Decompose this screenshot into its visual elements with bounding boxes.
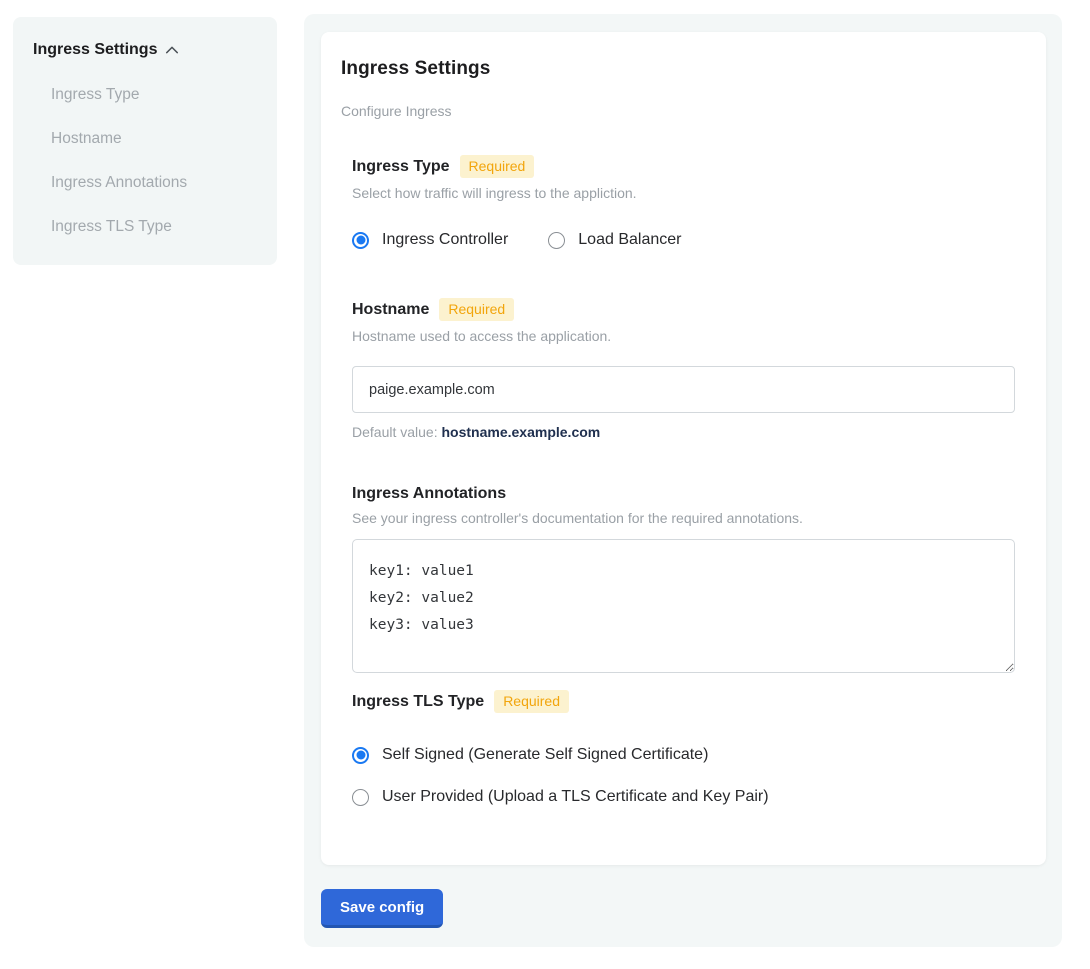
settings-sidebar: Ingress Settings Ingress Type Hostname I…	[13, 17, 277, 265]
radio-option-load-balancer[interactable]: Load Balancer	[548, 231, 681, 249]
sidebar-section-title: Ingress Settings	[33, 41, 157, 59]
hostname-default-line: Default value: hostname.example.com	[352, 424, 1015, 440]
ingress-annotations-textarea[interactable]: key1: value1 key2: value2 key3: value3	[352, 539, 1015, 673]
sidebar-item-list: Ingress Type Hostname Ingress Annotation…	[51, 73, 257, 249]
radio-label: Self Signed (Generate Self Signed Certif…	[382, 746, 708, 764]
chevron-up-icon	[165, 43, 179, 57]
sidebar-item-hostname[interactable]: Hostname	[51, 117, 257, 161]
default-value-text: hostname.example.com	[442, 424, 601, 440]
ingress-type-radio-group: Ingress Controller Load Balancer	[352, 231, 1015, 249]
hostname-input[interactable]	[352, 366, 1015, 413]
section-ingress-annotations: Ingress Annotations See your ingress con…	[352, 485, 1015, 678]
hostname-help-text: Hostname used to access the application.	[352, 328, 1015, 344]
radio-option-ingress-controller[interactable]: Ingress Controller	[352, 231, 508, 249]
required-badge: Required	[439, 298, 514, 321]
save-config-button[interactable]: Save config	[321, 889, 443, 928]
settings-main-panel: Ingress Settings Configure Ingress Ingre…	[304, 14, 1062, 947]
sidebar-section-toggle[interactable]: Ingress Settings	[33, 41, 257, 59]
default-value-prefix: Default value:	[352, 424, 442, 440]
required-badge: Required	[494, 690, 569, 713]
ingress-annotations-help-text: See your ingress controller's documentat…	[352, 510, 1015, 526]
page-subtitle: Configure Ingress	[341, 103, 1015, 119]
sidebar-item-ingress-tls-type[interactable]: Ingress TLS Type	[51, 205, 257, 249]
required-badge: Required	[460, 155, 535, 178]
radio-label: Ingress Controller	[382, 231, 508, 249]
ingress-settings-card: Ingress Settings Configure Ingress Ingre…	[321, 32, 1046, 865]
section-hostname: Hostname Required Hostname used to acces…	[352, 298, 1015, 440]
radio-button-icon[interactable]	[352, 789, 369, 806]
ingress-type-label: Ingress Type	[352, 158, 450, 176]
ingress-tls-type-label: Ingress TLS Type	[352, 693, 484, 711]
hostname-label: Hostname	[352, 301, 429, 319]
radio-button-icon[interactable]	[352, 747, 369, 764]
radio-option-user-provided[interactable]: User Provided (Upload a TLS Certificate …	[352, 788, 1015, 806]
page-title: Ingress Settings	[341, 58, 1015, 80]
radio-label: Load Balancer	[578, 231, 681, 249]
sidebar-item-ingress-annotations[interactable]: Ingress Annotations	[51, 161, 257, 205]
ingress-tls-radio-group: Self Signed (Generate Self Signed Certif…	[352, 746, 1015, 806]
radio-label: User Provided (Upload a TLS Certificate …	[382, 788, 769, 806]
ingress-annotations-label: Ingress Annotations	[352, 485, 506, 503]
ingress-type-help-text: Select how traffic will ingress to the a…	[352, 185, 1015, 201]
sidebar-item-ingress-type[interactable]: Ingress Type	[51, 73, 257, 117]
section-ingress-type: Ingress Type Required Select how traffic…	[352, 155, 1015, 249]
section-ingress-tls-type: Ingress TLS Type Required Self Signed (G…	[352, 690, 1015, 806]
radio-option-self-signed[interactable]: Self Signed (Generate Self Signed Certif…	[352, 746, 1015, 764]
radio-button-icon[interactable]	[352, 232, 369, 249]
radio-button-icon[interactable]	[548, 232, 565, 249]
